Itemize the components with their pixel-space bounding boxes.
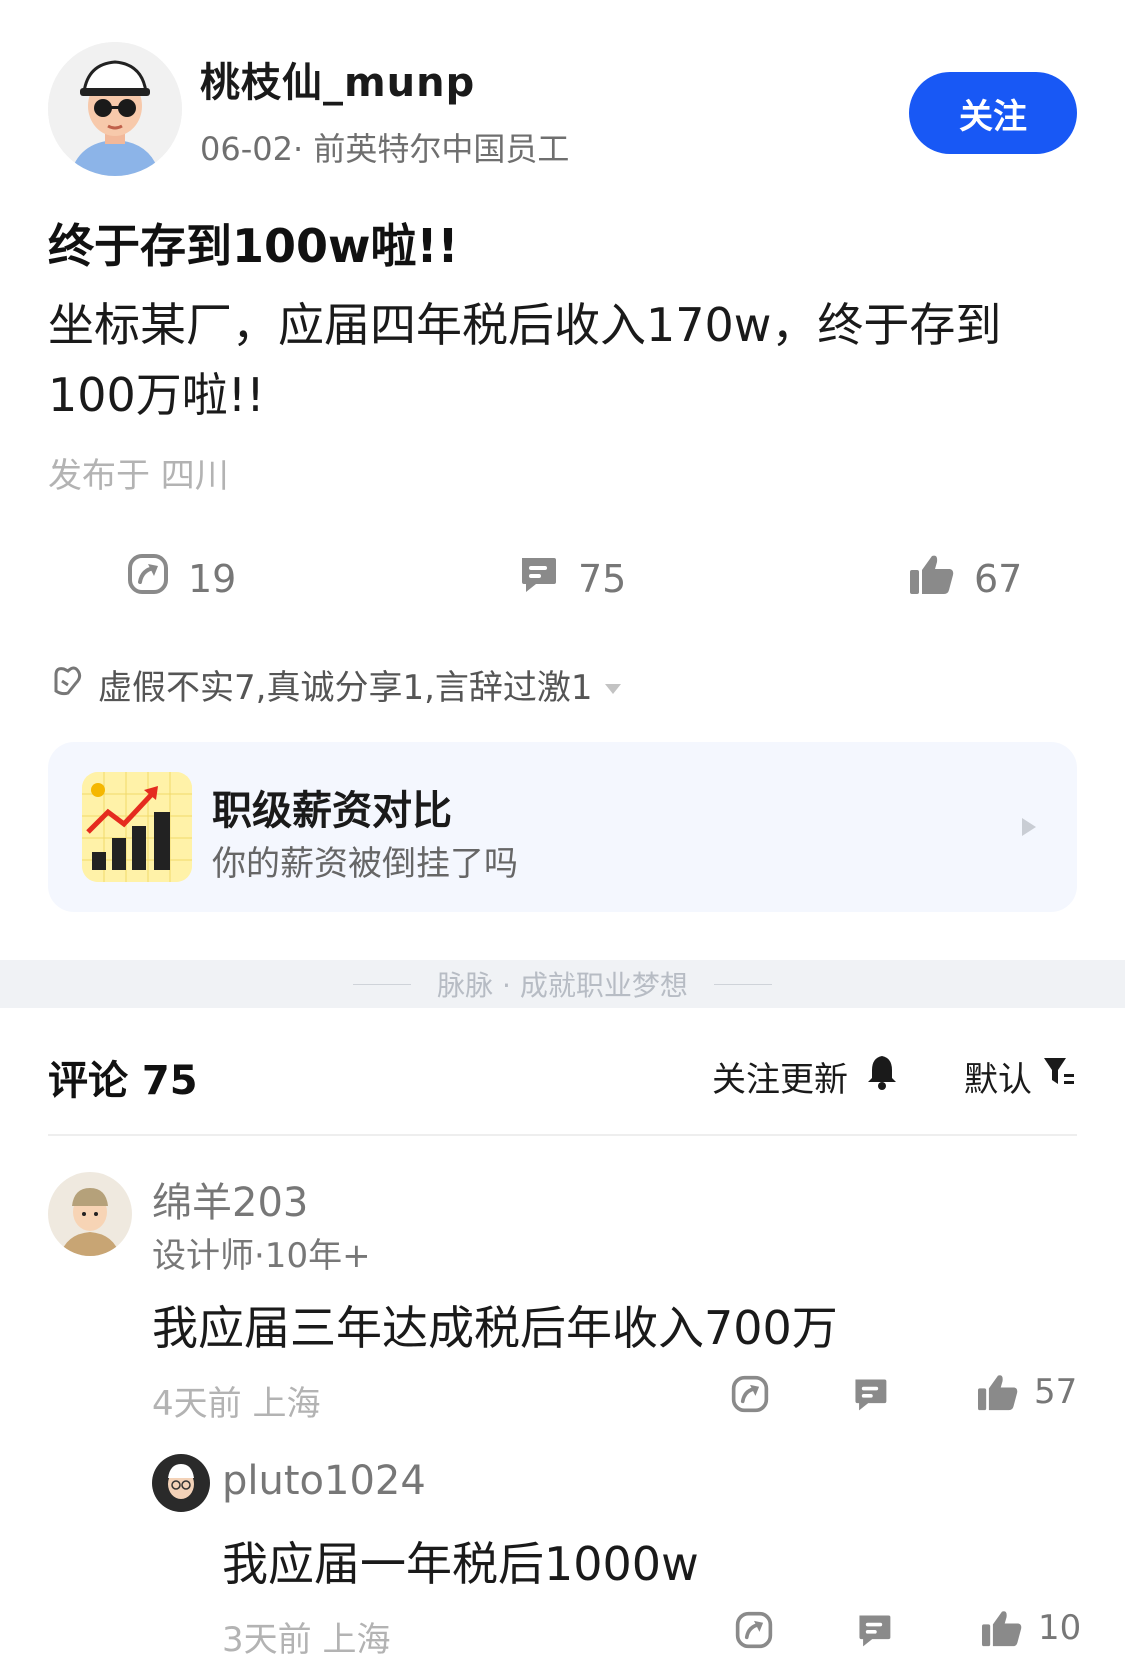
author-name[interactable]: 桃枝仙_munp bbox=[200, 50, 475, 108]
bell-icon bbox=[866, 1054, 898, 1099]
like-action[interactable]: 67 bbox=[908, 552, 1022, 605]
comment-like-count: 57 bbox=[1034, 1372, 1078, 1412]
reply-like-count: 10 bbox=[1038, 1608, 1082, 1648]
chart-icon bbox=[82, 772, 192, 882]
comment-count: 75 bbox=[578, 556, 627, 601]
comment-icon bbox=[855, 1379, 887, 1411]
commenter-avatar[interactable] bbox=[48, 1172, 132, 1256]
reply-share-button[interactable] bbox=[734, 1610, 774, 1654]
share-icon bbox=[735, 1611, 773, 1649]
like-count: 67 bbox=[974, 556, 1023, 601]
reply-like-button[interactable]: 10 bbox=[980, 1608, 1081, 1648]
share-action[interactable]: 19 bbox=[126, 552, 236, 605]
share-icon bbox=[126, 552, 188, 605]
reply-reply-button[interactable] bbox=[854, 1610, 894, 1654]
post-body: 坐标某厂，应届四年税后收入170w，终于存到100万啦!! bbox=[48, 298, 1002, 422]
replier-name[interactable]: pluto1024 bbox=[222, 1458, 426, 1504]
author-meta: 06-02· 前英特尔中国员工 bbox=[200, 130, 570, 168]
thumbs-up-icon bbox=[982, 1611, 1022, 1647]
reaction-summary[interactable]: 虚假不实7,真诚分享1,言辞过激1 bbox=[48, 660, 635, 709]
replier-avatar[interactable] bbox=[152, 1454, 210, 1512]
thumbs-up-icon bbox=[908, 552, 974, 605]
commenter-meta: 设计师·10年+ bbox=[152, 1236, 371, 1276]
comment-time-location: 4天前 上海 bbox=[152, 1384, 321, 1424]
comment-reply-button[interactable] bbox=[850, 1374, 890, 1418]
share-count: 19 bbox=[188, 556, 237, 601]
follow-update-button[interactable]: 关注更新 bbox=[712, 1052, 898, 1101]
sort-label: 默认 bbox=[964, 1060, 1032, 1100]
comment-icon bbox=[516, 552, 578, 605]
share-icon bbox=[731, 1375, 769, 1413]
filter-icon bbox=[1042, 1056, 1076, 1097]
salary-compare-card[interactable]: 职级薪资对比 你的薪资被倒挂了吗 bbox=[48, 742, 1077, 912]
follow-update-label: 关注更新 bbox=[712, 1060, 848, 1100]
card-title: 职级薪资对比 bbox=[212, 788, 452, 834]
post-location: 发布于 四川 bbox=[48, 456, 229, 496]
comment-text: 我应届三年达成税后年收入700万 bbox=[152, 1301, 838, 1355]
follow-button[interactable]: 关注 bbox=[909, 72, 1077, 154]
comment-action[interactable]: 75 bbox=[516, 552, 626, 605]
thumbs-up-icon bbox=[978, 1375, 1018, 1411]
comment-like-button[interactable]: 57 bbox=[976, 1372, 1077, 1412]
author-avatar[interactable] bbox=[48, 42, 182, 176]
divider-slogan: 脉脉 · 成就职业梦想 bbox=[437, 969, 688, 1002]
commenter-name[interactable]: 绵羊203 bbox=[152, 1170, 308, 1228]
reaction-text: 虚假不实7,真诚分享1,言辞过激1 bbox=[98, 668, 593, 708]
card-subtitle: 你的薪资被倒挂了吗 bbox=[212, 844, 518, 884]
section-divider: 脉脉 · 成就职业梦想 bbox=[0, 960, 1125, 1008]
reply-time-location: 3天前 上海 bbox=[222, 1620, 391, 1660]
comment-icon bbox=[859, 1615, 891, 1647]
comments-header: 评论 75 bbox=[48, 1058, 198, 1104]
sort-button[interactable]: 默认 bbox=[964, 1052, 1076, 1101]
reaction-icon bbox=[48, 661, 98, 708]
play-arrow-icon bbox=[1020, 816, 1038, 842]
comment-share-button[interactable] bbox=[730, 1374, 770, 1418]
reply-text: 我应届一年税后1000w bbox=[222, 1537, 699, 1591]
post-title: 终于存到100w啦!! bbox=[48, 219, 459, 273]
comments-divider bbox=[48, 1134, 1077, 1136]
chevron-down-icon bbox=[603, 665, 635, 705]
